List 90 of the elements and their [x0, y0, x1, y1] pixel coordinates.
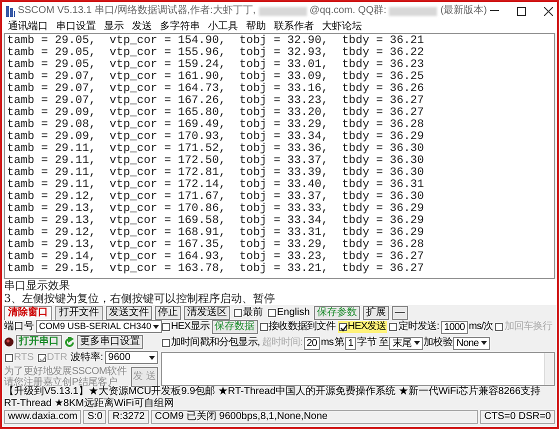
option-label: 字节 至 [357, 337, 388, 349]
log-line: tamb = 29.11, vtp_cor = 172.14, tobj = 33.40, tbdy = 36.31 [7, 179, 425, 191]
scrollbar[interactable] [544, 353, 554, 385]
menu-item[interactable]: 小工具 [208, 20, 238, 32]
caret-icon [480, 341, 487, 345]
status-text: R:3272 [108, 410, 149, 424]
promo-text: 为了更好地发展SSCOM软件 [4, 366, 126, 377]
checkbox[interactable]: HEX显示 [161, 321, 211, 333]
status-text: CTS=0 DSR=0 [480, 410, 555, 424]
dropdown[interactable]: None [453, 336, 490, 350]
toolbar-button[interactable]: 保存参数 [314, 306, 360, 320]
log-line: tamb = 29.13, vtp_cor = 170.86, tobj = 33.33, tbdy = 36.29 [7, 203, 425, 215]
menu-item[interactable]: 显示 [104, 20, 124, 32]
log-line: tamb = 29.11, vtp_cor = 172.50, tobj = 33.37, tbdy = 36.30 [7, 155, 425, 167]
log-line: tamb = 29.11, vtp_cor = 171.52, tobj = 33.36, tbdy = 36.30 [7, 143, 425, 155]
port-select[interactable]: COM9 USB-SERIAL CH340 [36, 320, 162, 333]
checkbox[interactable]: 接收数据到文件 [258, 321, 337, 333]
log-line: tamb = 29.15, vtp_cor = 163.78, tobj = 33.21, tbdy = 36.27 [7, 263, 425, 275]
save-data-button[interactable]: 保存数据 [212, 320, 258, 334]
menu-item[interactable]: 串口设置 [56, 20, 96, 32]
option-label: ms [320, 337, 334, 349]
refresh-icon[interactable] [64, 336, 75, 348]
option-label: 第 [334, 337, 344, 349]
option-label: 加校验 [424, 337, 452, 349]
log-line: tamb = 29.12, vtp_cor = 171.67, tobj = 33.37, tbdy = 36.30 [7, 191, 425, 203]
menu-item[interactable]: 多字符串 [160, 20, 200, 32]
number-field[interactable]: 20 [304, 336, 320, 350]
baud-select[interactable]: 9600 [105, 351, 158, 364]
log-line: tamb = 29.07, vtp_cor = 161.90, tobj = 33.09, tbdy = 36.25 [7, 71, 425, 83]
checkbox[interactable]: 最前 [233, 306, 264, 318]
log-line: tamb = 29.07, vtp_cor = 167.26, tobj = 33.23, tbdy = 36.27 [7, 95, 425, 107]
port-label: 端口号 [4, 320, 34, 332]
menu-item[interactable]: 联系作者 [274, 20, 314, 32]
window-title: (最新版本) [440, 5, 487, 17]
checkbox[interactable]: 定时发送: [388, 321, 440, 333]
log-line: tamb = 29.05, vtp_cor = 159.24, tobj = 33.01, tbdy = 36.23 [7, 59, 425, 71]
log-line: tamb = 29.08, vtp_cor = 169.49, tobj = 33.29, tbdy = 36.28 [7, 119, 425, 131]
log-line: tamb = 29.11, vtp_cor = 172.81, tobj = 33.39, tbdy = 36.30 [7, 167, 425, 179]
send-area[interactable] [161, 352, 555, 386]
log-line: tamb = 29.09, vtp_cor = 165.80, tobj = 33.20, tbdy = 36.27 [7, 107, 425, 119]
maximize-icon[interactable] [517, 6, 526, 16]
log-line: tamb = 29.09, vtp_cor = 170.93, tobj = 33.34, tbdy = 36.29 [7, 131, 425, 143]
checkbox[interactable]: 加时间戳和分包显示, [161, 337, 261, 349]
toolbar-button[interactable]: 扩展 [362, 306, 389, 320]
check-icon [340, 324, 348, 332]
app-icon [6, 5, 15, 17]
log-line: tamb = 29.14, vtp_cor = 164.93, tobj = 33.23, tbdy = 36.27 [7, 251, 425, 263]
toolbar-button[interactable]: 停止 [155, 306, 181, 320]
check-icon [38, 354, 47, 362]
option-label: 超时时间: [262, 337, 303, 349]
log-line: tamb = 29.05, vtp_cor = 154.90, tobj = 32.90, tbdy = 36.21 [7, 35, 425, 47]
status-text: www.daxia.com [4, 410, 82, 424]
redacted-block [389, 6, 438, 16]
log-line: tamb = 29.12, vtp_cor = 168.91, tobj = 33.31, tbdy = 36.29 [7, 227, 425, 239]
toolbar-button[interactable]: 清发送区 [184, 306, 230, 320]
status-text: COM9 已关闭 9600bps,8,1,None,None [150, 410, 478, 424]
status-text: S:0 [83, 410, 106, 424]
caption-text: 3、左侧按键为复位，右侧按键可以控制程序启动、暂停 [2, 292, 557, 305]
redacted-block [258, 6, 307, 16]
open-port-button[interactable]: 打开串口 [16, 335, 62, 349]
toolbar-button[interactable]: — [392, 306, 408, 320]
more-settings-button[interactable]: 更多串口设置 [77, 335, 143, 349]
window-title: SSCOM V5.13.1 串口/网络数据调试器,作者:大虾丁丁, [18, 5, 256, 17]
caret-icon [414, 341, 420, 345]
log-line: tamb = 29.13, vtp_cor = 167.35, tobj = 33.29, tbdy = 36.28 [7, 239, 425, 251]
log-line: tamb = 29.07, vtp_cor = 164.73, tobj = 33.16, tbdy = 36.26 [7, 83, 425, 95]
log-line: tamb = 29.13, vtp_cor = 169.58, tobj = 33.34, tbdy = 36.29 [7, 215, 425, 227]
menu-item[interactable]: 发送 [132, 20, 152, 32]
caret-icon [149, 356, 155, 360]
close-icon[interactable] [544, 6, 553, 16]
caption-text: 串口显示效果 [2, 279, 557, 292]
menu-item[interactable]: 通讯端口 [8, 20, 48, 32]
checkbox[interactable]: HEX发送 [338, 321, 388, 333]
log-line: tamb = 29.05, vtp_cor = 155.96, tobj = 32.93, tbdy = 36.22 [7, 47, 425, 59]
number-field[interactable]: 1000 [441, 320, 468, 334]
baud-label: 波特率: [70, 352, 104, 364]
dropdown[interactable]: 末尾 [389, 336, 423, 350]
caret-icon [153, 324, 160, 328]
option-label: ms/次 [468, 321, 494, 333]
toolbar-button[interactable]: 发送文件 [106, 306, 152, 320]
promo-text: 请您注册嘉立创P结尾客户 [4, 377, 118, 388]
tab[interactable]: 清除窗口 [4, 306, 52, 320]
minimize-icon[interactable] [490, 10, 499, 12]
status-led-icon [4, 337, 14, 347]
menu-item[interactable]: 帮助 [246, 20, 266, 32]
tab[interactable]: 打开文件 [55, 306, 103, 320]
number-field[interactable]: 1 [345, 336, 356, 350]
window-title: @qq.com. QQ群: [310, 5, 386, 17]
menu-item[interactable]: 大虾论坛 [322, 20, 362, 32]
checkbox[interactable]: English [267, 306, 311, 318]
